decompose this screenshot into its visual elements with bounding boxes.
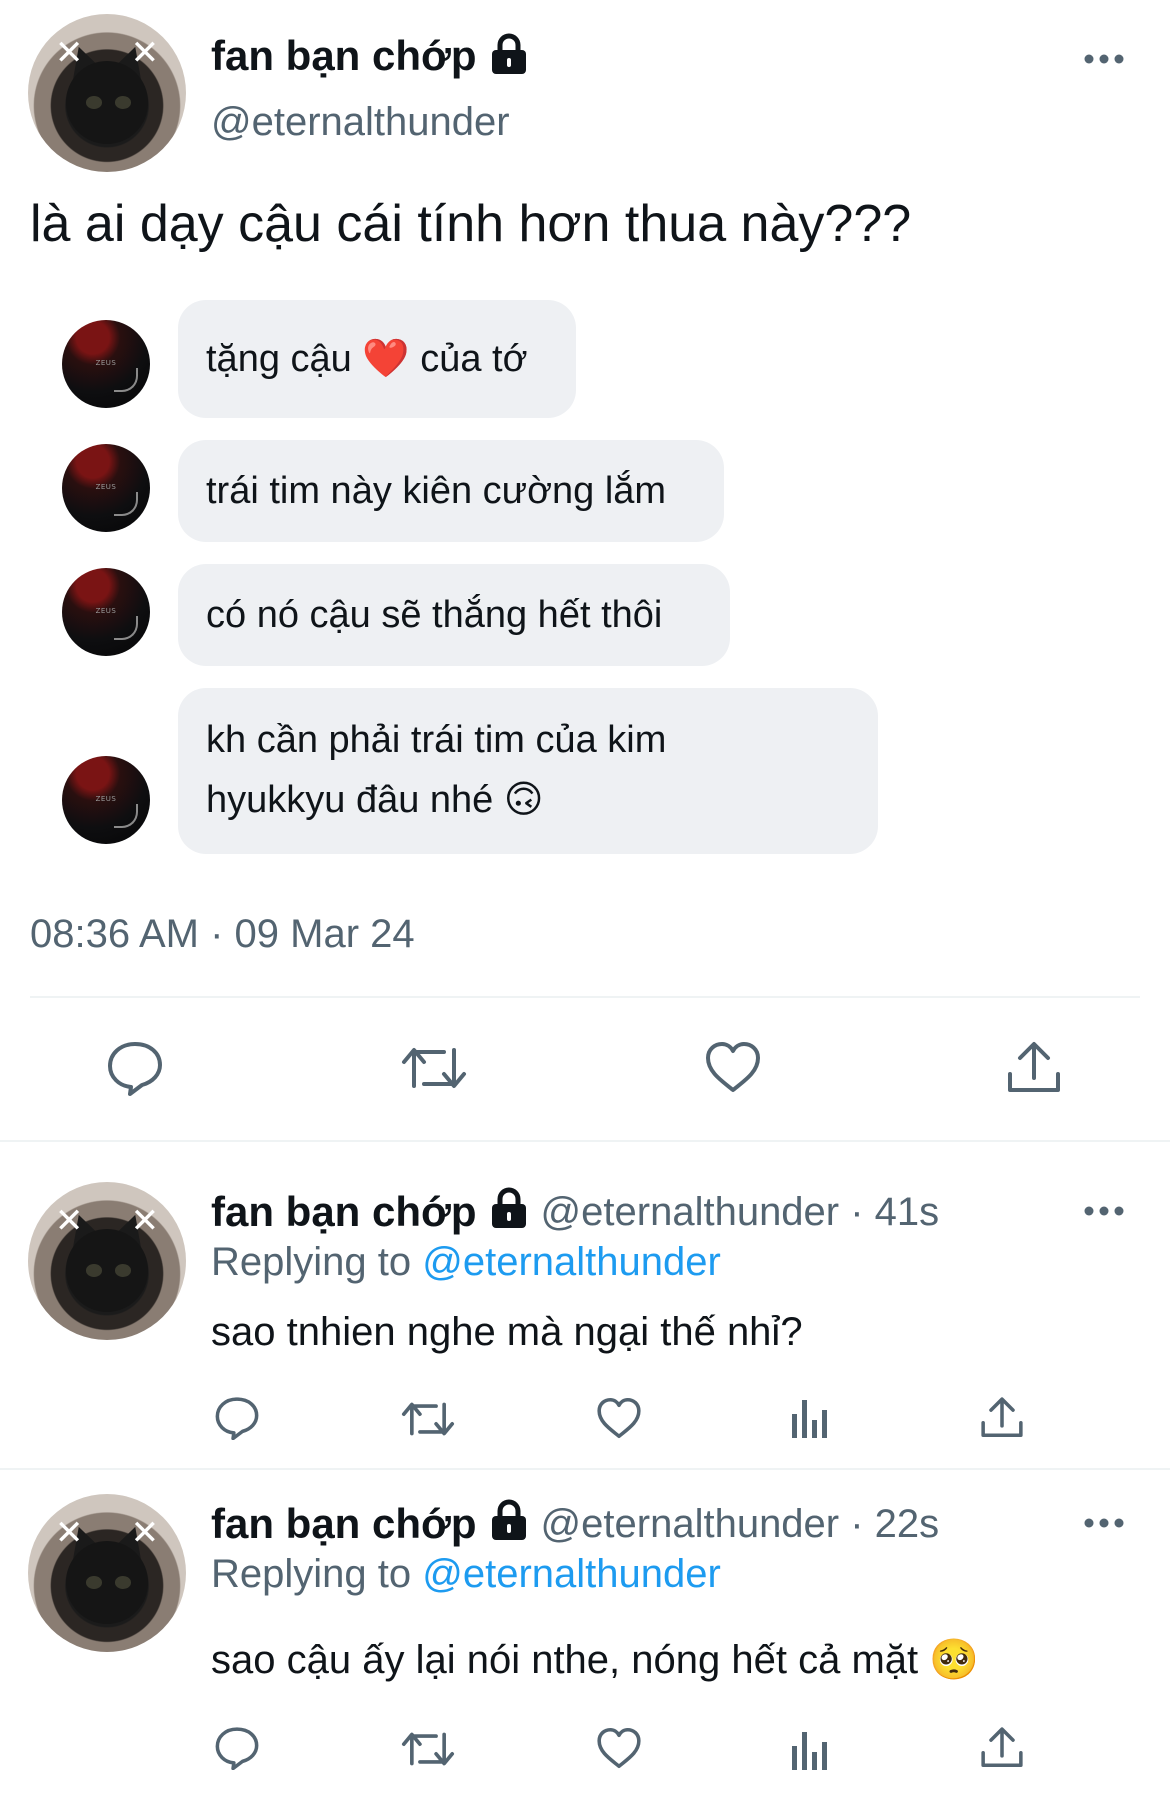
divider [0, 1468, 1170, 1470]
reply-text: sao tnhien nghe mà ngại thế nhỉ? [211, 1310, 803, 1354]
analytics-icon[interactable] [788, 1398, 832, 1440]
reply-text: sao cậu ấy lại nói nthe, nóng hết cả mặt… [211, 1638, 980, 1682]
chat-avatar: ZEUS [62, 444, 150, 532]
like-icon[interactable] [704, 1040, 762, 1094]
tweet-timestamp[interactable]: 08:36 AM · 09 Mar 24 [30, 912, 415, 957]
more-options-icon[interactable] [1082, 1204, 1126, 1223]
reply-header: fan bạn chớp @eternalthunder · 41s [211, 1184, 939, 1240]
chat-bubble: tặng cậu ❤️ của tớ [178, 300, 576, 418]
author-name-row: fan bạn chớp [211, 28, 529, 84]
retweet-icon[interactable] [400, 1398, 456, 1440]
share-icon[interactable] [980, 1396, 1024, 1440]
replying-to-link[interactable]: @eternalthunder [422, 1240, 721, 1284]
avatar[interactable]: ✕ ✕ [28, 1182, 186, 1340]
author-name[interactable]: fan bạn chớp [211, 1500, 477, 1548]
avatar[interactable]: ✕ ✕ [28, 14, 186, 172]
chat-avatar: ZEUS [62, 568, 150, 656]
replying-to: Replying to @eternalthunder [211, 1240, 721, 1284]
tweet-text: là ai dạy cậu cái tính hơn thua này??? [30, 195, 912, 253]
analytics-icon[interactable] [788, 1730, 832, 1772]
reply-icon[interactable] [214, 1396, 260, 1440]
divider [0, 1140, 1170, 1142]
author-name[interactable]: fan bạn chớp [211, 32, 477, 80]
divider [30, 996, 1140, 998]
more-options-icon[interactable] [1082, 1516, 1126, 1535]
chat-avatar: ZEUS [62, 320, 150, 408]
like-icon[interactable] [596, 1396, 642, 1440]
lock-icon [489, 1187, 529, 1234]
like-icon[interactable] [596, 1726, 642, 1770]
retweet-icon[interactable] [400, 1042, 468, 1094]
handle-and-time[interactable]: @eternalthunder · 41s [541, 1190, 940, 1235]
reply-icon[interactable] [106, 1040, 164, 1096]
reply-icon[interactable] [214, 1726, 260, 1770]
share-icon[interactable] [1006, 1040, 1062, 1096]
more-options-icon[interactable] [1082, 52, 1126, 71]
chat-bubble: kh cần phải trái tim của kim hyukkyu đâu… [178, 688, 878, 854]
replying-to: Replying to @eternalthunder [211, 1552, 721, 1596]
chat-bubble: trái tim này kiên cường lắm [178, 440, 724, 542]
share-icon[interactable] [980, 1726, 1024, 1770]
chat-bubble: có nó cậu sẽ thắng hết thôi [178, 564, 730, 666]
retweet-icon[interactable] [400, 1728, 456, 1770]
handle-and-time[interactable]: @eternalthunder · 22s [541, 1502, 940, 1547]
avatar[interactable]: ✕ ✕ [28, 1494, 186, 1652]
lock-icon [489, 33, 529, 75]
lock-icon [489, 1499, 529, 1546]
reply-header: fan bạn chớp @eternalthunder · 22s [211, 1496, 939, 1552]
replying-to-link[interactable]: @eternalthunder [422, 1552, 721, 1596]
author-handle[interactable]: @eternalthunder [211, 100, 510, 145]
chat-avatar: ZEUS [62, 756, 150, 844]
author-name[interactable]: fan bạn chớp [211, 1188, 477, 1236]
